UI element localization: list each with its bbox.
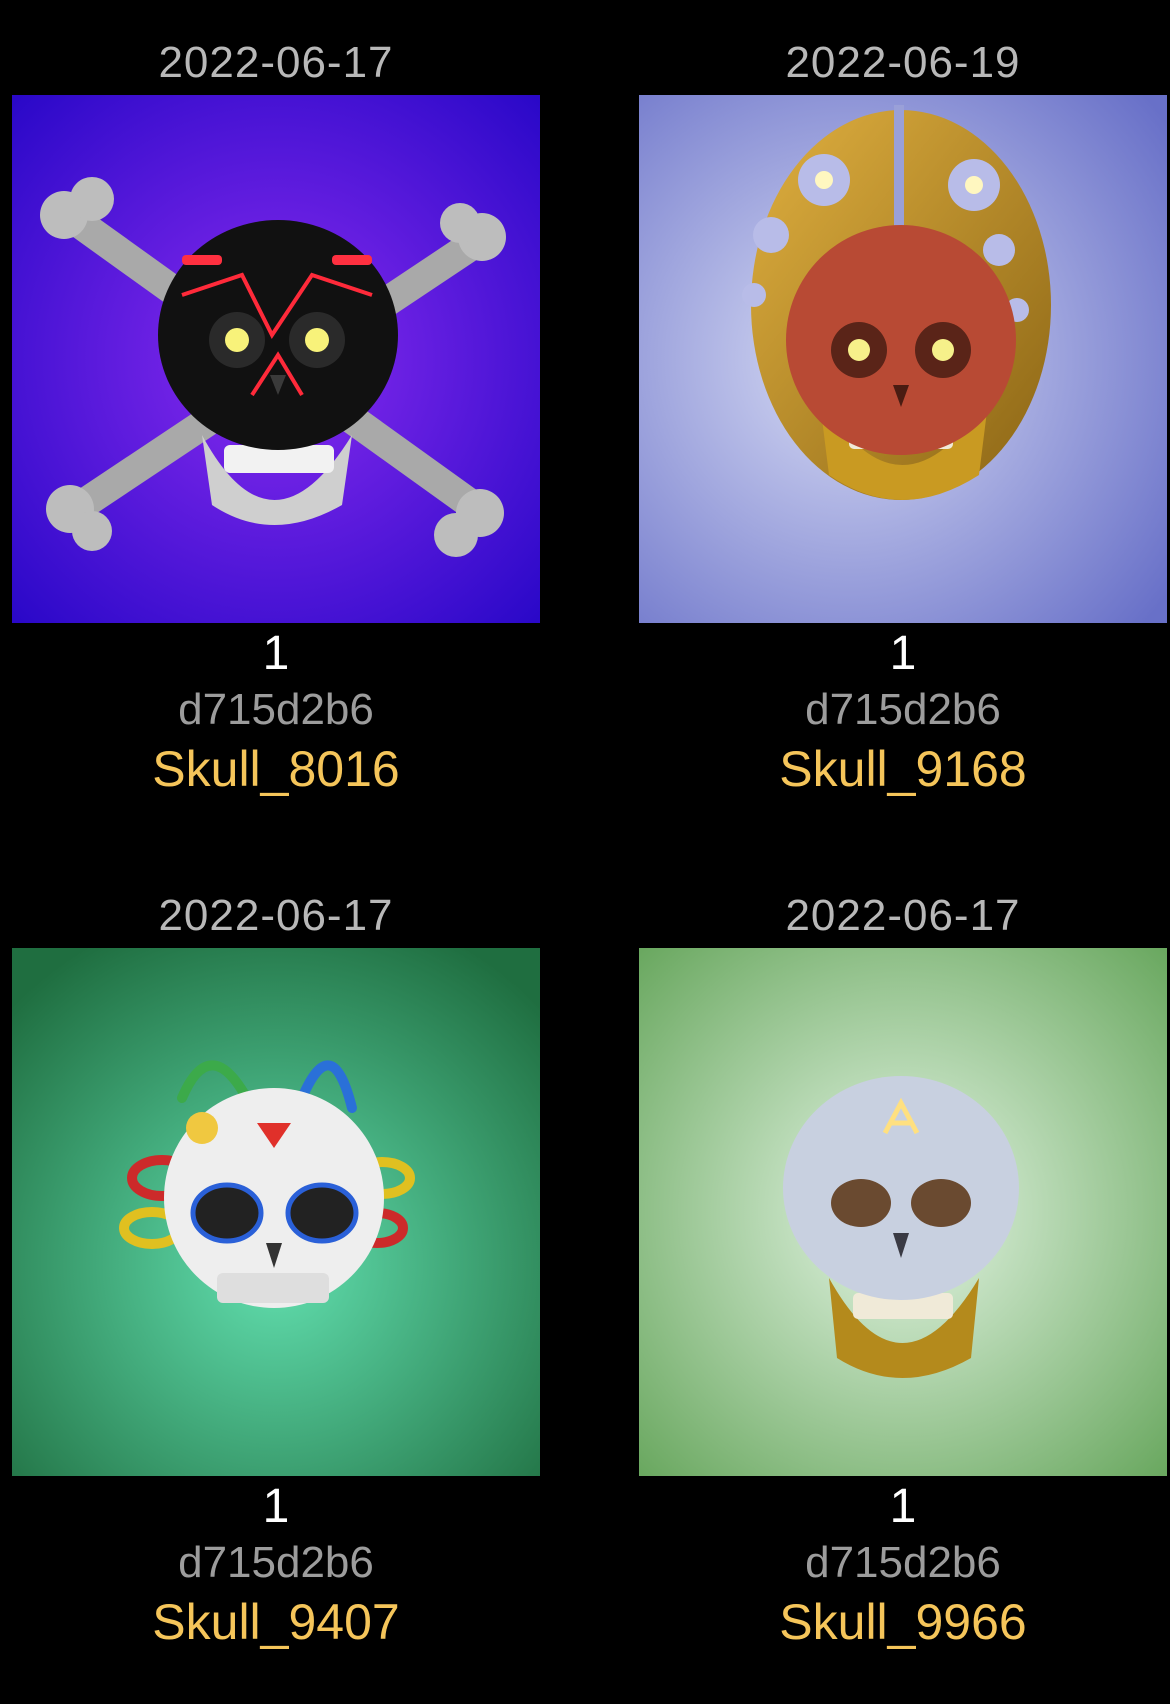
card-date: 2022-06-19 — [785, 38, 1021, 87]
skull-red-gold-halo-icon[interactable] — [639, 95, 1167, 623]
nft-grid: 2022-06-17 1 d715d2b6 Skull_8016 2022-06… — [0, 0, 1170, 1704]
card-hash: d715d2b6 — [178, 1538, 374, 1587]
card-count: 1 — [889, 627, 917, 680]
card-name[interactable]: Skull_9407 — [12, 1594, 540, 1650]
card-count: 1 — [889, 1480, 917, 1533]
card-hash: d715d2b6 — [805, 1538, 1001, 1587]
card-name[interactable]: Skull_9966 — [639, 1594, 1167, 1650]
card-count: 1 — [262, 627, 290, 680]
card-date: 2022-06-17 — [158, 38, 394, 87]
card-hash: d715d2b6 — [805, 685, 1001, 734]
skull-crossbones-red-neon-icon[interactable] — [12, 95, 540, 623]
card-date: 2022-06-17 — [785, 891, 1021, 940]
card-name[interactable]: Skull_9168 — [639, 741, 1167, 797]
card-name[interactable]: Skull_8016 — [12, 741, 540, 797]
card-date: 2022-06-17 — [158, 891, 394, 940]
sugar-skull-rings-icon[interactable] — [12, 948, 540, 1476]
card-count: 1 — [262, 1480, 290, 1533]
silver-skull-gold-jaw-icon[interactable] — [639, 948, 1167, 1476]
card-hash: d715d2b6 — [178, 685, 374, 734]
